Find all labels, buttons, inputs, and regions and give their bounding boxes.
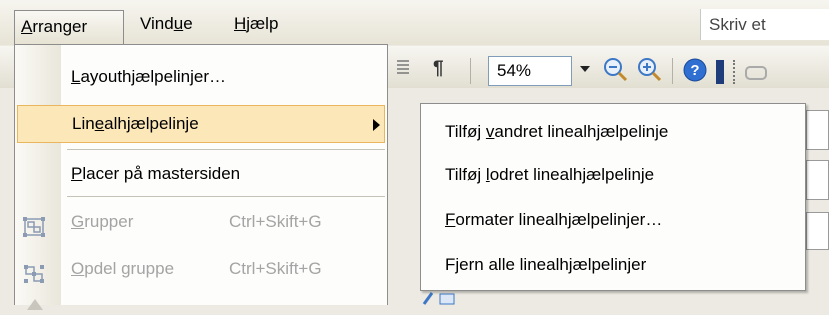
menu-hjaelp-label: jælp [246, 14, 279, 33]
menu-item-linealhjaelpelinje[interactable]: Linealhjælpelinje [17, 105, 385, 143]
submenu-item-label-pre: Tilføj [445, 165, 486, 184]
zoom-value: 54% [497, 61, 532, 80]
submenu-item-label-pre: Tilføj [445, 122, 486, 141]
toolbar-grip [733, 60, 738, 84]
menu-item-mnemonic: O [71, 259, 85, 278]
menu-bar: Arranger Vindue Hjælp Skriv et spørgsmål [0, 0, 829, 65]
toolbar-overflow-icon[interactable] [716, 60, 724, 84]
toolbar-separator [672, 58, 673, 84]
side-panel-fragment [806, 212, 829, 250]
zoom-out-icon[interactable] [603, 57, 629, 88]
menu-item-label: lacer på mastersiden [82, 164, 241, 183]
submenu-arrow-icon [373, 119, 380, 131]
menu-item-label-pre: Lin [72, 114, 95, 133]
submenu-item-label: ern alle linealhjælpelinjer [459, 255, 647, 274]
menu-item-grupper[interactable]: Grupper Ctrl+Skift+G [15, 202, 387, 242]
menu-item-label: rupper [84, 212, 134, 231]
menu-separator [67, 149, 385, 150]
menu-vindue-mnemonic: u [173, 14, 184, 33]
zoom-in-icon[interactable] [637, 57, 663, 88]
ungroup-icon [23, 259, 45, 283]
draw-tools-icon[interactable] [396, 290, 456, 305]
linealhjaelpelinje-submenu: Tilføj vandret linealhjælpelinje Tilføj … [420, 103, 806, 291]
toolbar-separator [470, 58, 471, 84]
menu-separator [67, 196, 385, 197]
group-icon [23, 212, 45, 237]
menu-item-placer-paa-mastersiden[interactable]: Placer på mastersiden [15, 154, 387, 194]
menu-item-opdel-gruppe[interactable]: Opdel gruppe Ctrl+Skift+G [15, 249, 387, 289]
submenu-item-formater[interactable]: Formater linealhjælpelinjer… [445, 201, 662, 239]
submenu-item-mnemonic: F [445, 210, 456, 229]
menu-vindue[interactable]: Vindue [140, 12, 193, 36]
submenu-item-fjern-alle[interactable]: Fjern alle linealhjælpelinjer [445, 246, 646, 284]
menu-item-mnemonic: P [71, 164, 83, 183]
menu-arranger-mnemonic: A [21, 17, 33, 36]
zoom-combo[interactable]: 54% [488, 56, 572, 86]
submenu-item-label-pre: F [445, 255, 456, 274]
submenu-item-tilfoej-lodret[interactable]: Tilføj lodret linealhjælpelinje [445, 156, 654, 194]
menu-item-shortcut: Ctrl+Skift+G [229, 212, 322, 231]
link-icon[interactable] [745, 66, 767, 80]
zoom-dropdown-icon[interactable] [580, 66, 590, 72]
menu-vindue-label-pre: Vind [140, 14, 174, 33]
submenu-item-tilfoej-vandret[interactable]: Tilføj vandret linealhjælpelinje [445, 113, 668, 151]
menu-hjaelp-mnemonic: H [234, 14, 247, 33]
menu-item-label: pdel gruppe [84, 259, 175, 278]
menu-vindue-label: e [183, 14, 193, 33]
svg-text:?: ? [690, 62, 699, 79]
menu-item-layouthjaelpelinjer[interactable]: Layouthjælpelinjer… [15, 57, 387, 97]
arranger-menu: Layouthjælpelinjer… Linealhjælpelinje Pl… [14, 44, 388, 310]
menu-item-label: ayouthjælpelinjer… [80, 67, 226, 86]
submenu-item-label: ormater linealhjælpelinjer… [455, 210, 663, 229]
menu-item-label: alhjælpelinje [104, 114, 199, 133]
menu-arranger[interactable]: Arranger [14, 10, 124, 44]
menu-hjaelp[interactable]: Hjælp [234, 12, 278, 36]
menu-item-shortcut: Ctrl+Skift+G [229, 259, 322, 278]
menu-item-mnemonic: e [94, 114, 105, 133]
arrange-icon [25, 295, 45, 315]
help-icon[interactable]: ? [682, 57, 708, 88]
pilcrow-icon[interactable]: ¶ [433, 58, 444, 80]
submenu-item-label: odret linealhjælpelinje [489, 165, 655, 184]
menu-arranger-label: rranger [32, 17, 88, 36]
ask-question-input[interactable]: Skriv et spørgsmål [700, 9, 829, 65]
side-panel-fragment [806, 110, 829, 150]
align-icon[interactable] [396, 58, 410, 82]
side-panel-fragment [806, 160, 829, 200]
submenu-item-label: andret linealhjælpelinje [494, 122, 669, 141]
menu-item-mnemonic: G [71, 212, 85, 231]
